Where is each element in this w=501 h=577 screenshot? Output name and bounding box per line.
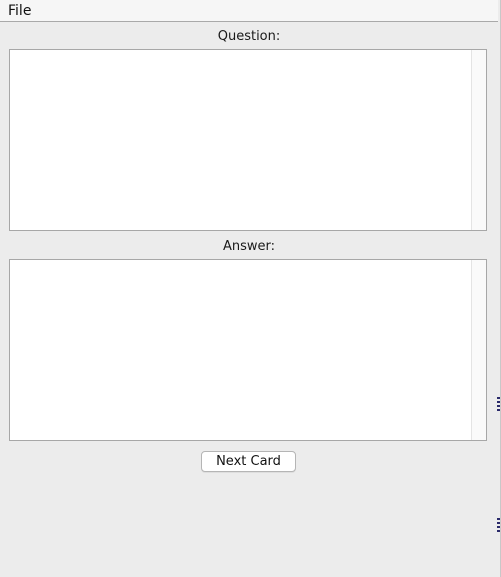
window-edge-mark: [497, 397, 500, 411]
next-card-button[interactable]: Next Card: [201, 451, 296, 472]
answer-textarea[interactable]: [10, 260, 470, 440]
question-textarea[interactable]: [10, 50, 470, 230]
question-scrollbar[interactable]: [471, 50, 486, 230]
menu-bar: File: [0, 0, 498, 22]
question-label: Question:: [217, 29, 281, 44]
menu-file[interactable]: File: [8, 3, 31, 19]
answer-scrollbar[interactable]: [471, 260, 486, 440]
answer-field-container: [9, 259, 487, 441]
question-field-container: [9, 49, 487, 231]
window-edge-mark: [497, 518, 500, 532]
answer-label: Answer:: [222, 239, 276, 254]
flashcard-window: File Question: Answer: Next Card: [0, 0, 501, 577]
